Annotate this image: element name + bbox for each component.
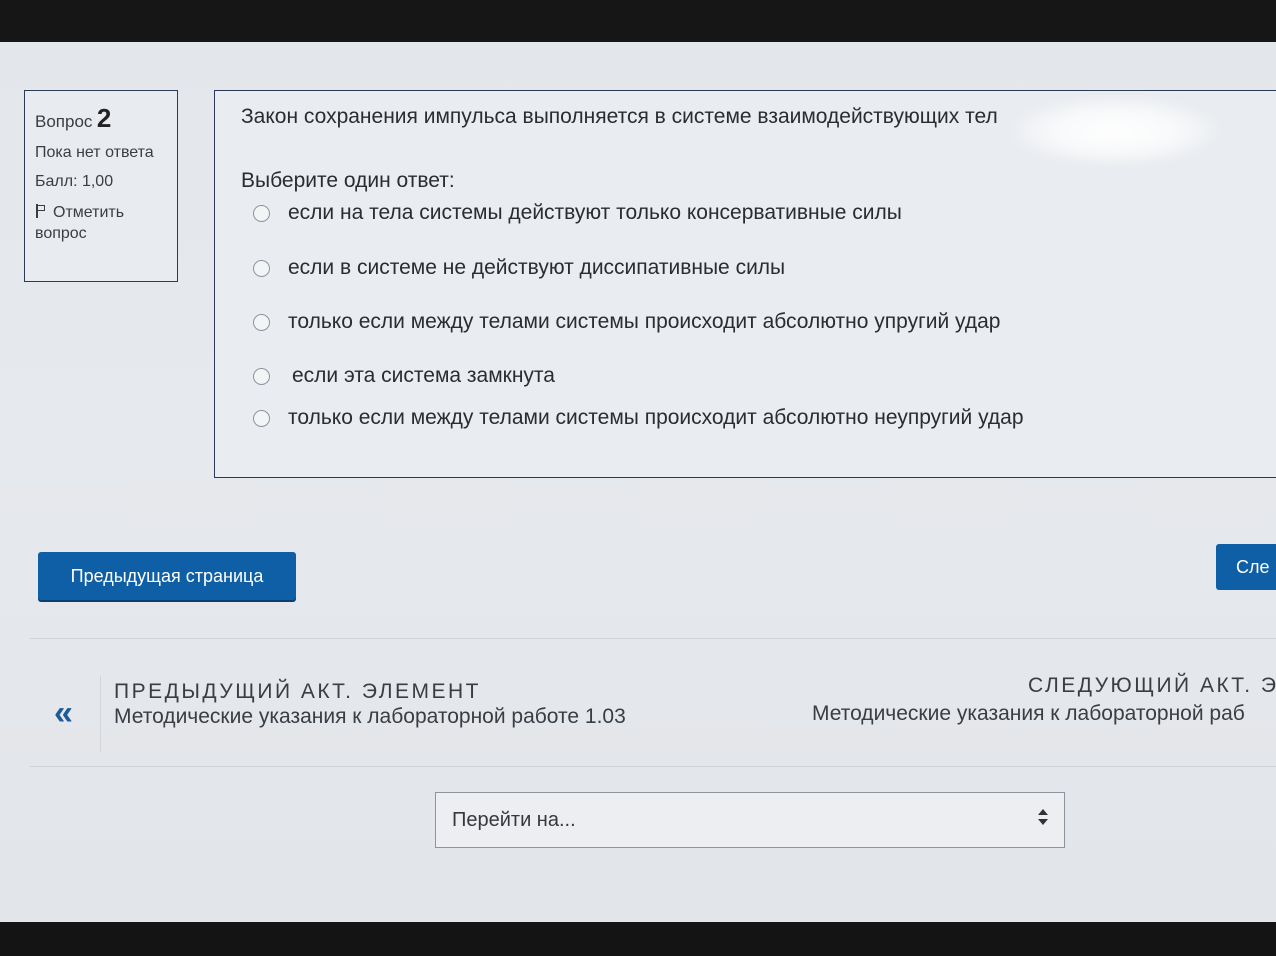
answer-status: Пока нет ответа [35,144,154,161]
select-caret-icon [1038,809,1048,829]
radio-button[interactable] [253,367,270,385]
answer-option-label: если эта система замкнута [292,364,555,387]
divider [100,676,101,752]
question-grade: Балл: 1,00 [35,173,114,190]
question-info-panel: Вопрос 2 Пока нет ответа Балл: 1,00 Отме… [24,90,178,282]
screen-glare [1010,96,1220,166]
previous-page-button[interactable]: Предыдущая страница [38,552,296,600]
answer-option-label: если на тела системы действуют только ко… [288,201,902,224]
divider [30,766,1276,767]
screen-bezel-bottom [0,922,1276,956]
answer-option[interactable]: только если между телами системы происхо… [253,406,1024,430]
flag-question-label: Отметить вопрос [35,204,125,242]
question-heading: Вопрос 2 [35,103,167,134]
flag-question-link[interactable]: Отметить вопрос [35,202,167,244]
divider [30,638,1276,639]
answer-prompt: Выберите один ответ: [241,169,455,192]
previous-activity-heading[interactable]: ПРЕДЫДУЩИЙ АКТ. ЭЛЕМЕНТ [114,680,481,704]
answer-option[interactable]: если эта система замкнута [253,364,555,388]
next-activity-heading[interactable]: СЛЕДУЮЩИЙ АКТ. Э [1028,674,1276,698]
next-activity-link[interactable]: Методические указания к лабораторной раб [812,702,1245,726]
answer-option-label: только если между телами системы происхо… [288,310,1001,333]
screen-bezel-top [0,0,1276,42]
radio-button[interactable] [253,204,270,222]
jump-to-label: Перейти на... [452,808,576,831]
answer-option[interactable]: если на тела системы действуют только ко… [253,201,902,225]
answer-option-label: если в системе не действуют диссипативны… [288,256,786,279]
question-text: Закон сохранения импульса выполняется в … [241,105,998,128]
flag-icon [35,204,47,218]
answer-option-label: только если между телами системы происхо… [288,406,1024,429]
radio-button[interactable] [253,313,270,331]
answer-option[interactable]: только если между телами системы происхо… [253,310,1000,334]
question-number: 2 [96,103,112,133]
next-page-button[interactable]: Сле [1216,544,1276,590]
radio-button[interactable] [253,259,270,277]
double-chevron-left-icon[interactable]: « [54,694,73,733]
question-label: Вопрос [35,112,93,131]
previous-activity-link[interactable]: Методические указания к лабораторной раб… [114,705,626,729]
jump-to-select[interactable]: Перейти на... [435,792,1065,848]
answer-option[interactable]: если в системе не действуют диссипативны… [253,256,785,280]
radio-button[interactable] [253,409,270,427]
